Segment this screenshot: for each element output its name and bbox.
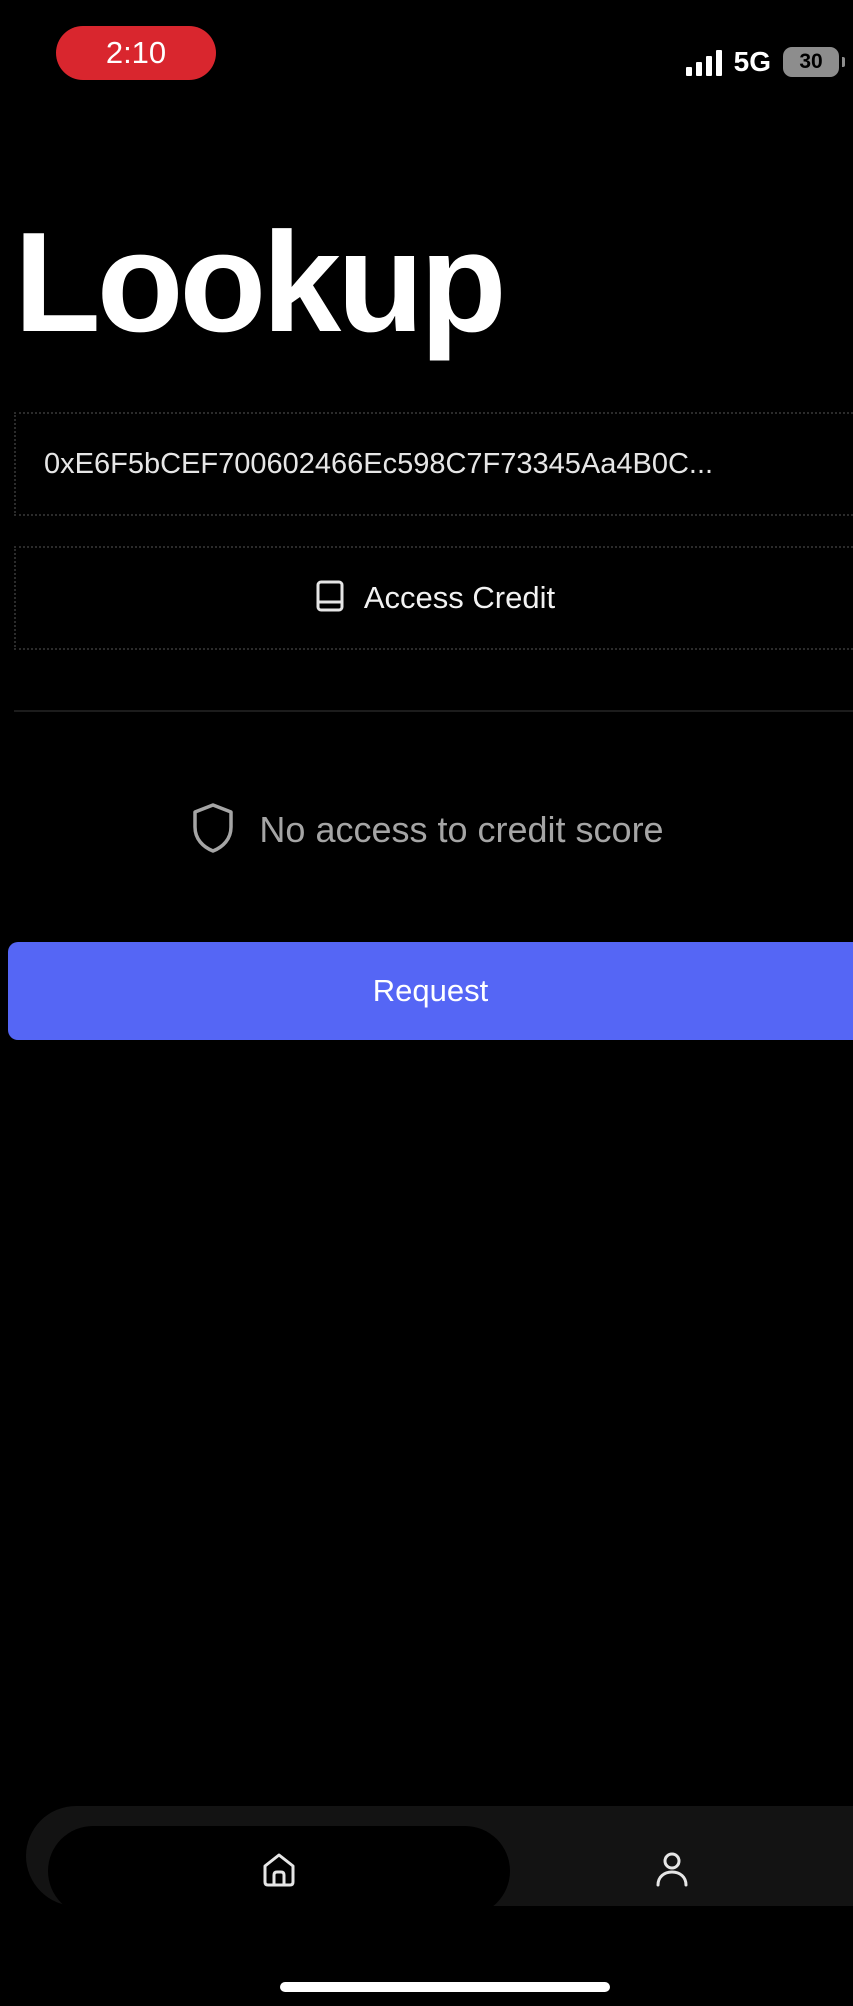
signal-icon [685,48,722,76]
status-indicators: 5G 30 [685,44,845,80]
user-icon [652,1849,692,1894]
tab-profile[interactable] [622,1826,722,1916]
page-title: Lookup [14,203,507,362]
status-bar: 2:10 5G 30 [0,0,853,110]
request-button[interactable]: Request [8,942,853,1040]
battery-icon: 30 [783,47,845,77]
shield-icon [189,801,237,860]
status-time: 2:10 [56,26,216,80]
credit-status-text: No access to credit score [259,809,664,850]
address-value: 0xE6F5bCEF700602466Ec598C7F73345Aa4B0C..… [44,447,714,480]
home-indicator [280,1982,610,1992]
tab-home[interactable] [48,1826,510,1916]
network-label: 5G [733,46,771,77]
address-field[interactable]: 0xE6F5bCEF700602466Ec598C7F73345Aa4B0C..… [14,412,853,516]
book-icon [314,579,346,618]
access-credit-button[interactable]: Access Credit [14,546,853,650]
home-icon [259,1849,299,1894]
credit-status: No access to credit score [0,800,853,860]
access-credit-label: Access Credit [363,580,556,615]
divider [14,710,853,712]
